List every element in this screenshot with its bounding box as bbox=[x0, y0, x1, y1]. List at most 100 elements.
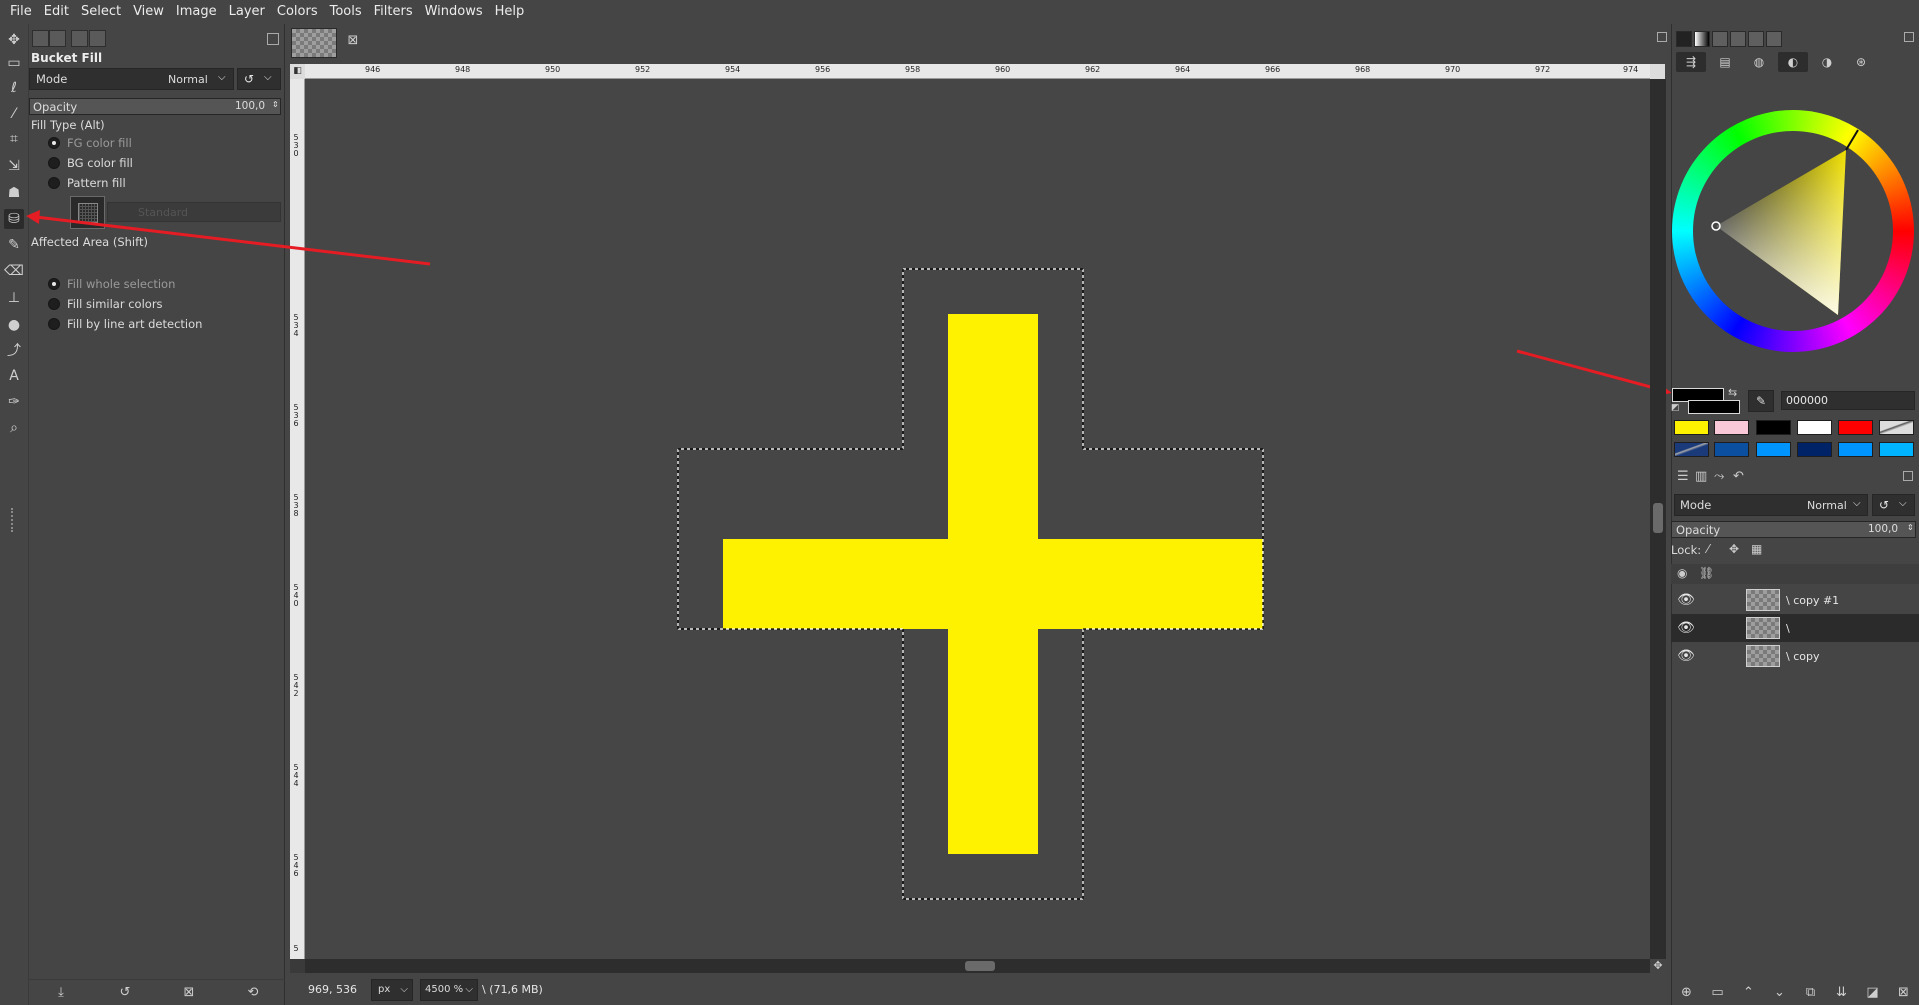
tab-brush-editor[interactable] bbox=[1748, 31, 1764, 47]
selector-water-icon[interactable]: ◍ bbox=[1744, 52, 1774, 72]
tab-fg-bg-colors[interactable] bbox=[1676, 31, 1692, 47]
lower-layer-icon[interactable]: ⌄ bbox=[1772, 985, 1788, 1001]
menu-help[interactable]: Help bbox=[489, 0, 531, 24]
fill-type-fg[interactable]: FG color fill bbox=[67, 136, 132, 150]
layer-opacity-slider[interactable]: Opacity 100,0 ⇕ bbox=[1671, 521, 1916, 538]
swatch-navy[interactable] bbox=[1797, 442, 1832, 457]
transform-icon[interactable]: ⇲ bbox=[4, 156, 24, 176]
color-triangle[interactable] bbox=[1672, 110, 1914, 352]
new-group-icon[interactable]: ▭ bbox=[1710, 985, 1726, 1001]
menu-view[interactable]: View bbox=[127, 0, 170, 24]
menu-layer[interactable]: Layer bbox=[223, 0, 271, 24]
menu-select[interactable]: Select bbox=[75, 0, 127, 24]
paths-icon[interactable]: ⤴ bbox=[4, 340, 24, 360]
duplicate-layer-icon[interactable]: ⧉ bbox=[1803, 985, 1819, 1001]
bucket-fill-icon[interactable]: ⛁ bbox=[4, 209, 24, 229]
zoom-dropdown[interactable]: 4500 % ⌵ bbox=[420, 979, 478, 1001]
swatch-black[interactable] bbox=[1756, 420, 1791, 435]
restore-preset-icon[interactable]: ↺ bbox=[117, 985, 133, 1001]
rect-select-icon[interactable]: ▭ bbox=[4, 53, 24, 73]
radio-pattern-fill[interactable] bbox=[48, 177, 60, 189]
tab-fonts[interactable] bbox=[89, 30, 106, 47]
eye-icon[interactable]: 👁 bbox=[1676, 648, 1696, 664]
menu-filters[interactable]: Filters bbox=[368, 0, 419, 24]
area-fill-similar[interactable]: Fill similar colors bbox=[67, 297, 163, 311]
undo-tab-icon[interactable]: ↶ bbox=[1733, 469, 1744, 484]
image-canvas[interactable] bbox=[305, 79, 1650, 959]
radio-fill-whole[interactable] bbox=[48, 278, 60, 290]
layer-name[interactable]: \ copy bbox=[1786, 650, 1819, 663]
radio-bg-fill[interactable] bbox=[48, 157, 60, 169]
swap-colors-icon[interactable]: ⇆ bbox=[1728, 386, 1737, 399]
merge-layer-icon[interactable]: ⇊ bbox=[1834, 985, 1850, 1001]
swatch-yellow[interactable] bbox=[1674, 420, 1709, 435]
swatch-pink[interactable] bbox=[1714, 420, 1749, 435]
menu-edit[interactable]: Edit bbox=[38, 0, 75, 24]
menu-tools[interactable]: Tools bbox=[324, 0, 368, 24]
menu-windows[interactable]: Windows bbox=[419, 0, 489, 24]
menu-image[interactable]: Image bbox=[170, 0, 223, 24]
panel-menu-icon[interactable] bbox=[267, 33, 279, 45]
stepper-icon[interactable]: ⇕ bbox=[1907, 523, 1914, 532]
tab-tool-options[interactable] bbox=[32, 30, 49, 47]
horizontal-scrollbar[interactable] bbox=[305, 959, 1650, 973]
crop-icon[interactable]: ⌗ bbox=[4, 129, 24, 149]
radio-fill-similar[interactable] bbox=[48, 298, 60, 310]
selector-cmyk-icon[interactable]: ▤ bbox=[1710, 52, 1740, 72]
area-fill-whole[interactable]: Fill whole selection bbox=[67, 277, 175, 291]
move-icon[interactable]: ✥ bbox=[4, 30, 24, 50]
toggle-zoom-icon[interactable] bbox=[290, 959, 305, 973]
horizontal-scroll-thumb[interactable] bbox=[965, 961, 995, 971]
vertical-scroll-thumb[interactable] bbox=[1653, 503, 1663, 533]
fill-type-bg[interactable]: BG color fill bbox=[67, 156, 133, 170]
text-icon[interactable]: A bbox=[4, 366, 24, 386]
save-preset-icon[interactable]: ⤓ bbox=[53, 985, 69, 1001]
color-picker-icon[interactable]: ✎ bbox=[1748, 390, 1774, 412]
fuzzy-select-icon[interactable]: ⁄ bbox=[4, 104, 24, 124]
mode-reset-button[interactable]: ↺ ⌵ bbox=[237, 68, 281, 90]
vertical-scrollbar[interactable] bbox=[1650, 79, 1666, 959]
channels-tab-icon[interactable]: ▥ bbox=[1695, 469, 1707, 484]
tab-undo-history[interactable] bbox=[71, 30, 88, 47]
pattern-swatch[interactable] bbox=[70, 196, 105, 229]
paintbrush-icon[interactable]: ✎ bbox=[4, 235, 24, 255]
smudge-icon[interactable]: ● bbox=[4, 315, 24, 335]
layers-tab-icon[interactable]: ☰ bbox=[1677, 469, 1689, 484]
selector-wheel-icon[interactable]: ◐ bbox=[1778, 52, 1808, 72]
selector-watercolor-icon[interactable]: ◑ bbox=[1812, 52, 1842, 72]
layer-name[interactable]: \ copy #1 bbox=[1786, 594, 1839, 607]
lock-pixels-icon[interactable]: ⁄ bbox=[1707, 542, 1709, 556]
tab-patterns[interactable] bbox=[1712, 31, 1728, 47]
radio-fill-line-art[interactable] bbox=[48, 318, 60, 330]
eye-icon[interactable]: 👁 bbox=[1676, 620, 1696, 636]
layer-mode-dropdown[interactable]: Mode Normal ⌵ bbox=[1674, 494, 1868, 516]
color-picker-icon[interactable]: ✑ bbox=[4, 392, 24, 412]
pattern-name-field[interactable]: Standard bbox=[107, 202, 281, 222]
selector-scale-icon[interactable]: ⇶ bbox=[1676, 52, 1706, 72]
zoom-icon[interactable]: ⌕ bbox=[4, 418, 24, 438]
quick-mask-icon[interactable] bbox=[1650, 64, 1665, 79]
menu-file[interactable]: File bbox=[4, 0, 38, 24]
reset-defaults-icon[interactable]: ⟲ bbox=[245, 985, 261, 1001]
default-colors-icon[interactable]: ◩ bbox=[1671, 403, 1680, 413]
swatch-cyan[interactable] bbox=[1879, 442, 1914, 457]
raise-layer-icon[interactable]: ⌃ bbox=[1741, 985, 1757, 1001]
mode-dropdown[interactable]: Mode Normal ⌵ bbox=[29, 68, 234, 90]
eraser-icon[interactable]: ⌫ bbox=[4, 261, 24, 281]
warp-icon[interactable]: ☗ bbox=[4, 183, 24, 203]
stepper-icon[interactable]: ⇕ bbox=[272, 100, 279, 109]
layer-row-selected[interactable] bbox=[1671, 614, 1919, 642]
lock-position-icon[interactable]: ✥ bbox=[1729, 542, 1739, 556]
lasso-icon[interactable]: ℓ bbox=[4, 78, 24, 98]
swatch-blue-pattern[interactable] bbox=[1674, 442, 1709, 457]
swatch-white[interactable] bbox=[1797, 420, 1832, 435]
delete-preset-icon[interactable]: ⊠ bbox=[181, 985, 197, 1001]
swatch-blue[interactable] bbox=[1714, 442, 1749, 457]
unit-dropdown[interactable]: px ⌵ bbox=[371, 979, 413, 1001]
opacity-slider[interactable]: Opacity 100,0 ⇕ bbox=[29, 98, 281, 115]
selector-palette-icon[interactable]: ⊛ bbox=[1846, 52, 1876, 72]
tab-palettes[interactable] bbox=[1766, 31, 1782, 47]
clone-icon[interactable]: ⊥ bbox=[4, 288, 24, 308]
navigate-icon[interactable]: ✥ bbox=[1650, 959, 1666, 973]
lock-alpha-icon[interactable]: ▦ bbox=[1751, 542, 1762, 556]
